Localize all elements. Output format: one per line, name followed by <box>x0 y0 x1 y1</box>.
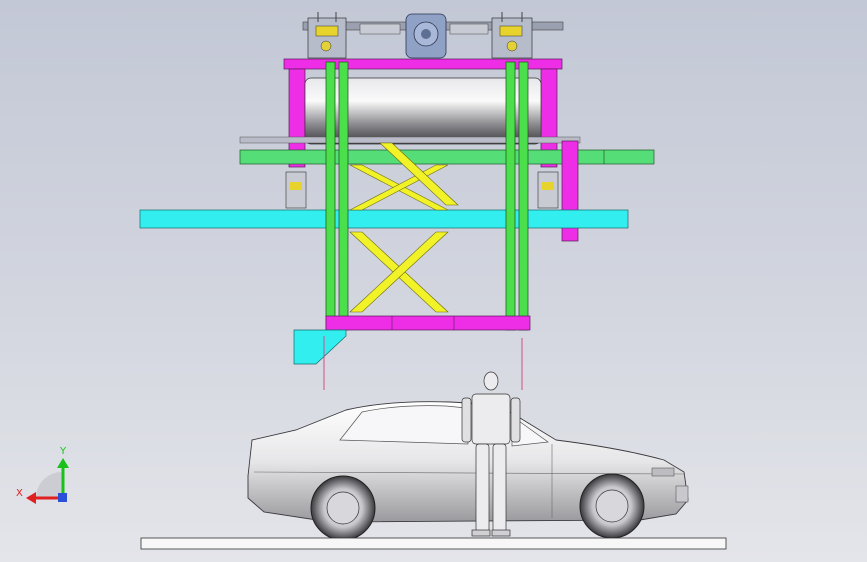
cad-model-scene: Y X <box>16 12 727 550</box>
orientation-triad: Y X <box>16 446 69 504</box>
z-axis-marker <box>58 493 67 502</box>
floor-base <box>140 537 727 550</box>
green-rail <box>239 136 655 165</box>
drive-motor-assembly <box>302 12 564 59</box>
x-axis-label: X <box>16 488 23 499</box>
x-axis-arrowhead <box>26 492 36 504</box>
cad-viewport[interactable]: Y X <box>0 0 867 562</box>
y-axis-label: Y <box>59 446 67 457</box>
y-axis-arrowhead <box>57 458 69 468</box>
cyan-crossbeam <box>139 209 629 229</box>
